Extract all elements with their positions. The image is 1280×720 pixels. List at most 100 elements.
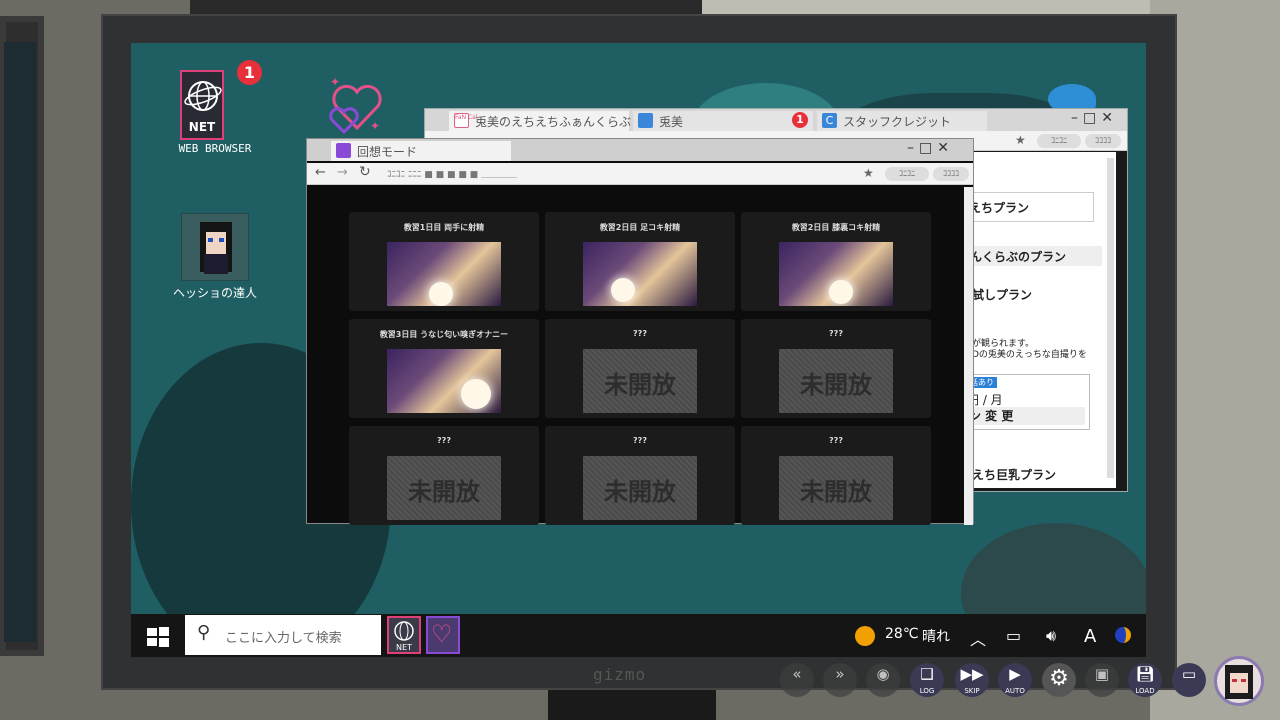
- auto-label: AUTO: [1005, 687, 1025, 695]
- locked-label: 未開放: [800, 478, 872, 506]
- extension-pill[interactable]: ｺﾆｺﾆ: [1037, 134, 1081, 148]
- tab-bar: FaN Cal 兎美のえちえちふぁんくらぶ 兎美 C スタッフクレジット 1 –…: [425, 109, 1127, 131]
- load-label: LOAD: [1135, 687, 1155, 695]
- gallery-card-locked[interactable]: ??? 未開放: [741, 319, 931, 418]
- forward-arrow-icon[interactable]: →: [337, 165, 348, 180]
- close-icon[interactable]: ✕: [937, 140, 954, 156]
- url-bar[interactable]: ← → ↻ ｺﾆｺﾆ ﾆﾆﾆ ■ ■ ■ ■ ■ ＿＿＿＿ ★ ｺﾆｺﾆ ｺｺｺ…: [307, 163, 973, 185]
- start-button[interactable]: [146, 626, 170, 648]
- credits-icon: C: [822, 113, 837, 128]
- tab-recollection[interactable]: 回想モード: [331, 141, 511, 161]
- locked-label: 未開放: [604, 371, 676, 399]
- gallery-card[interactable]: 教習3日目 うなじ匂い嗅ぎオナニー: [349, 319, 539, 418]
- section-title: んくらぶのプラン: [966, 246, 1102, 266]
- tab-fanclub[interactable]: FaN Cal 兎美のえちえちふぁんくらぶ: [449, 111, 631, 131]
- left-monitor: [0, 16, 44, 656]
- thumbnail-highlight: [829, 280, 853, 304]
- web-browser-label: WEB BROWSER: [178, 142, 252, 155]
- plan1-card[interactable]: えちプラン: [966, 192, 1094, 222]
- card-title: 教習2日目 膝裏コキ射精: [791, 223, 881, 232]
- tab-label: スタッフクレジット: [843, 115, 952, 129]
- monitor-brand: gizmo: [593, 665, 647, 684]
- svg-text:✦: ✦: [330, 75, 340, 89]
- card-title: ???: [437, 436, 451, 445]
- gallery-card[interactable]: 教習1日目 両手に射精: [349, 212, 539, 311]
- chevron-up-icon[interactable]: ︿: [970, 626, 986, 650]
- minimize-icon[interactable]: –: [907, 140, 919, 156]
- extension-pill[interactable]: ｺｺｺｺ: [1085, 134, 1121, 148]
- scene-thumbnail: [387, 242, 501, 306]
- auto-button[interactable]: ▶ AUTO: [998, 663, 1032, 697]
- taskbar-web-browser[interactable]: NET: [387, 616, 421, 654]
- heart-icon: ♡: [431, 620, 453, 648]
- forward-icon: »: [835, 665, 845, 683]
- gallery-card[interactable]: 教習2日目 膝裏コキ射精: [741, 212, 931, 311]
- taskbar-app-label: NET: [396, 643, 412, 652]
- maximize-icon[interactable]: □: [919, 140, 937, 156]
- star-icon[interactable]: ★: [863, 166, 874, 180]
- load-button[interactable]: 💾︎ LOAD: [1128, 663, 1162, 697]
- web-browser-desktop-icon[interactable]: NET: [180, 70, 224, 140]
- display-icon[interactable]: ▭: [1006, 626, 1021, 645]
- locked-label: 未開放: [408, 478, 480, 506]
- hesshot-label: ヘッショの達人: [172, 286, 257, 300]
- card-title: 教習1日目 両手に射精: [403, 223, 485, 232]
- search-icon: ⚲: [197, 622, 211, 643]
- log-button[interactable]: ❑ LOG: [910, 663, 944, 697]
- input-method-indicator[interactable]: A: [1084, 626, 1096, 647]
- tab-bunny[interactable]: 兎美: [633, 111, 813, 131]
- bunny-icon: [638, 113, 653, 128]
- plan-change-button[interactable]: ン 変 更: [967, 407, 1085, 425]
- taskbar-hearts-app[interactable]: ♡: [426, 616, 460, 654]
- gallery-card-locked[interactable]: ??? 未開放: [545, 319, 735, 418]
- hud-disabled-button: ▣: [1085, 663, 1119, 697]
- window-controls[interactable]: –□✕: [907, 140, 954, 156]
- hearts-app-icon[interactable]: ✦ ✦: [324, 72, 390, 138]
- left-monitor-screen: [4, 42, 36, 642]
- eye-icon: ◉: [876, 665, 890, 683]
- scrollbar[interactable]: [1107, 158, 1114, 478]
- window-controls[interactable]: –□✕: [1071, 110, 1118, 126]
- back-arrow-icon[interactable]: ←: [315, 165, 326, 180]
- locked-thumbnail: 未開放: [583, 456, 697, 520]
- weather-icon: [855, 626, 875, 646]
- scene-thumbnail: [387, 349, 501, 413]
- trial-plan-title: 試しプラン: [972, 288, 1033, 302]
- locked-thumbnail: 未開放: [387, 456, 501, 520]
- log-label: LOG: [919, 687, 935, 695]
- heart-app-icon: [336, 143, 351, 158]
- extension-pill[interactable]: ｺﾆｺﾆ: [885, 167, 929, 181]
- notification-dot-icon[interactable]: [1115, 627, 1131, 643]
- gallery-card-locked[interactable]: ??? 未開放: [349, 426, 539, 525]
- extension-pill[interactable]: ｺｺｺｺ: [933, 167, 969, 181]
- skip-button[interactable]: ▶▶ SKIP: [955, 663, 989, 697]
- save-icon: ▣: [1094, 665, 1110, 683]
- close-icon[interactable]: ✕: [1101, 110, 1118, 126]
- heart-icon: ✦ ✦: [329, 75, 382, 135]
- rewind-icon: «: [792, 665, 802, 683]
- scene-thumbnail: [583, 242, 697, 306]
- thumbnail-highlight: [611, 278, 635, 302]
- card-title: ???: [829, 329, 843, 338]
- url-text[interactable]: ｺﾆｺﾆ ﾆﾆﾆ ■ ■ ■ ■ ■ ＿＿＿＿: [387, 167, 517, 180]
- gallery-card-locked[interactable]: ??? 未開放: [545, 426, 735, 525]
- reload-icon[interactable]: ↻: [359, 164, 371, 180]
- star-icon[interactable]: ★: [1015, 133, 1026, 147]
- gallery-card-locked[interactable]: ??? 未開放: [741, 426, 931, 525]
- maximize-icon[interactable]: □: [1083, 110, 1101, 126]
- gallery-card[interactable]: 教習2日目 足コキ射精: [545, 212, 735, 311]
- fanclub-icon: FaN Cal: [454, 113, 478, 128]
- settings-button[interactable]: ⚙: [1042, 663, 1076, 697]
- minimize-icon[interactable]: –: [1071, 110, 1083, 126]
- tab-credits[interactable]: C スタッフクレジット: [817, 111, 987, 131]
- scrollbar-track[interactable]: [964, 187, 973, 525]
- plan-price-box: 話あり 円 / 月 ン 変 更: [966, 374, 1090, 430]
- hud-disabled-button: «: [780, 663, 814, 697]
- weather-text: 晴れ: [922, 629, 950, 645]
- thumbnail-highlight: [429, 282, 453, 306]
- screen-toggle-button[interactable]: ▭: [1172, 663, 1206, 697]
- hesshot-desktop-icon[interactable]: [181, 213, 249, 281]
- character-avatar[interactable]: [1214, 656, 1264, 706]
- volume-icon[interactable]: 🔊︎: [1046, 626, 1056, 646]
- net-icon-text: NET: [188, 120, 216, 134]
